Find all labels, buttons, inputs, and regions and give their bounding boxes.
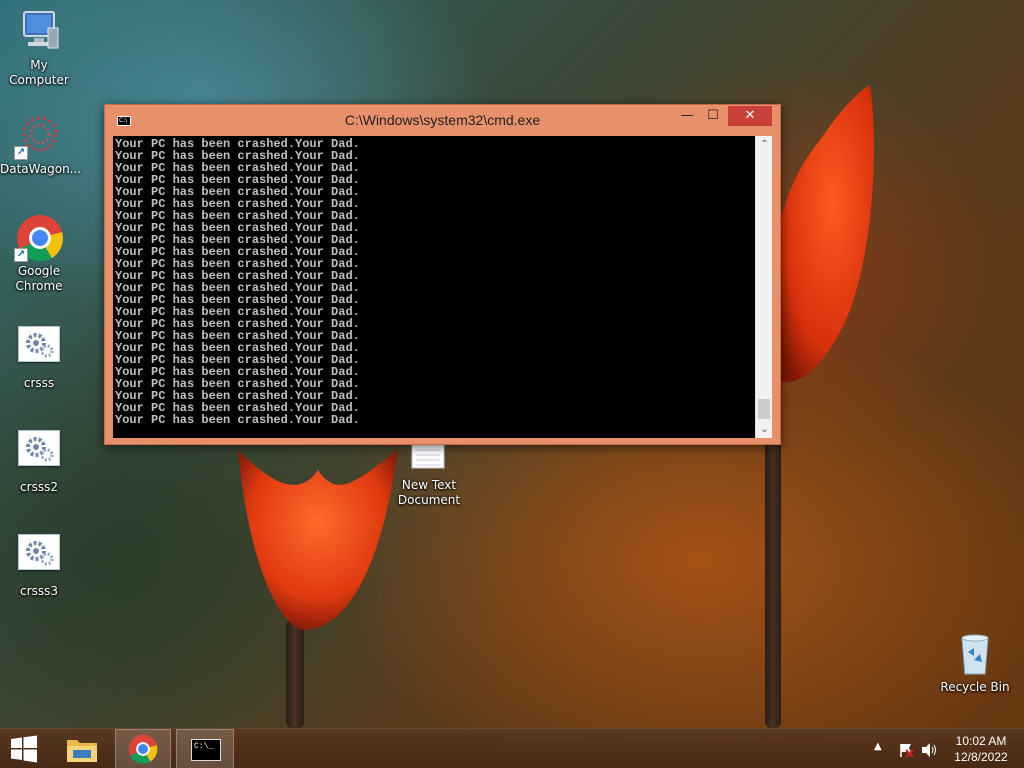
clock[interactable]: 10:02 AM 12/8/2022 xyxy=(946,734,1016,764)
desktop-icon-label: My Computer xyxy=(9,58,69,87)
volume-icon[interactable] xyxy=(920,742,938,758)
windows-logo-icon xyxy=(11,735,37,763)
cmd-icon: C:\_ xyxy=(191,739,221,761)
file-explorer-icon xyxy=(67,740,97,762)
desktop-icon-datawagon[interactable]: ↗ DataWagon... xyxy=(0,112,82,177)
scroll-up-arrow-icon[interactable]: ⌃ xyxy=(756,136,772,153)
desktop-icon-crsss3[interactable]: crsss3 xyxy=(0,530,78,599)
text-document-icon xyxy=(406,440,452,486)
show-hidden-icons-icon[interactable]: ▲ xyxy=(874,741,882,752)
desktop-icon-my-computer[interactable]: My Computer xyxy=(0,8,78,88)
scroll-down-arrow-icon[interactable]: ⌄ xyxy=(756,421,772,438)
maximize-button[interactable]: ☐ xyxy=(700,106,726,126)
desktop-icon-recycle-bin[interactable]: Recycle Bin xyxy=(936,630,1014,695)
desktop-icon-new-text-document[interactable]: New Text Document xyxy=(390,440,468,508)
wallpaper-stem-right xyxy=(765,440,781,728)
taskbar-chrome[interactable] xyxy=(115,729,171,768)
taskbar-file-explorer[interactable] xyxy=(56,729,108,768)
scroll-thumb[interactable] xyxy=(758,399,770,419)
vertical-scrollbar[interactable]: ⌃ ⌄ xyxy=(755,136,772,438)
desktop-icon-label: crsss xyxy=(23,376,55,390)
clock-time: 10:02 AM xyxy=(955,734,1007,748)
taskbar-cmd[interactable]: C:\_ xyxy=(176,729,234,768)
desktop-icon-label: crsss2 xyxy=(20,480,58,494)
cmd-titlebar[interactable]: C:\ C:\Windows\system32\cmd.exe — ☐ ✕ xyxy=(105,105,780,136)
settings-file-icon xyxy=(16,534,62,580)
chrome-icon: ↗ xyxy=(14,214,63,262)
clock-date: 12/8/2022 xyxy=(954,750,1008,764)
cmd-window[interactable]: C:\ C:\Windows\system32\cmd.exe — ☐ ✕ Yo… xyxy=(104,104,781,445)
action-center-flag-icon[interactable] xyxy=(898,742,914,758)
desktop-icon-label: crsss3 xyxy=(20,584,58,598)
desktop-icon-crsss[interactable]: crsss xyxy=(0,322,78,391)
cmd-console[interactable]: Your PC has been crashed.Your Dad. Your P… xyxy=(113,136,772,438)
datawagon-icon: ↗ xyxy=(14,112,62,160)
desktop-icon-label: Google Chrome xyxy=(15,264,63,293)
cmd-output-line: Your PC has been crashed.Your Dad. xyxy=(115,413,360,427)
settings-file-icon xyxy=(16,326,62,372)
desktop-icon-crsss2[interactable]: crsss2 xyxy=(0,426,78,495)
chrome-icon xyxy=(128,734,158,764)
start-button[interactable] xyxy=(0,729,50,768)
settings-file-icon xyxy=(16,430,62,476)
shortcut-arrow-icon: ↗ xyxy=(14,146,28,160)
cmd-output: Your PC has been crashed.Your Dad. Your P… xyxy=(115,138,755,426)
recycle-bin-icon xyxy=(952,630,998,676)
desktop-icon-google-chrome[interactable]: ↗ Google Chrome xyxy=(0,214,78,294)
taskbar: C:\_ ▲ 10:02 AM 12/8/2022 xyxy=(0,728,1024,768)
desktop-icon-label: DataWagon... xyxy=(0,162,82,176)
close-button[interactable]: ✕ xyxy=(728,106,772,126)
desktop-icon-label: Recycle Bin xyxy=(940,680,1010,694)
minimize-button[interactable]: — xyxy=(674,106,700,126)
shortcut-arrow-icon: ↗ xyxy=(14,248,28,262)
computer-icon xyxy=(16,8,62,54)
